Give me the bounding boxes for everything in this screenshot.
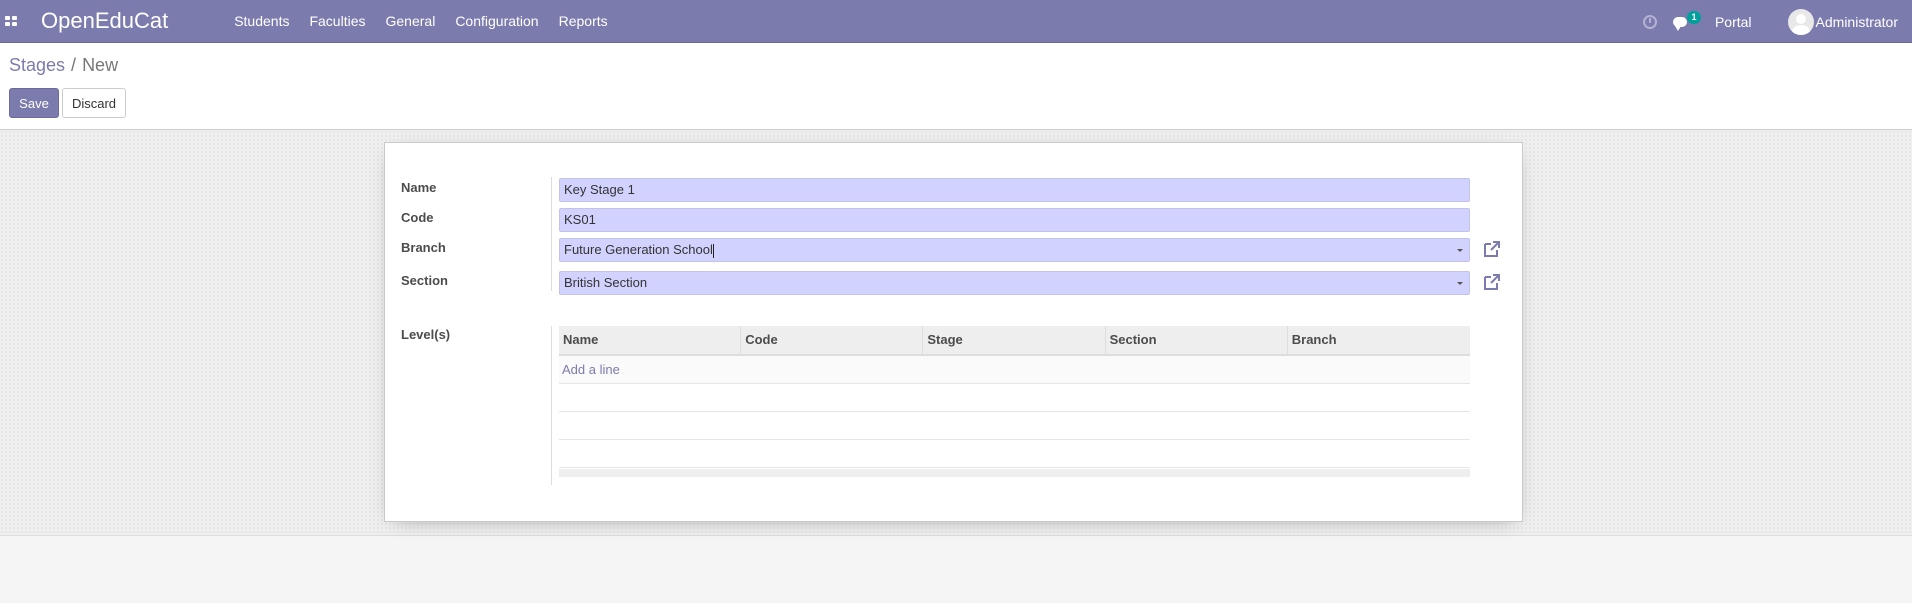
form-view-background: Name Key Stage 1 Code KS01 Branch Future… <box>0 130 1912 536</box>
user-menu[interactable]: Administrator <box>1787 8 1898 35</box>
apps-grid-icon <box>5 16 17 26</box>
column-header-name[interactable]: Name <box>559 326 742 356</box>
avatar <box>1787 8 1814 35</box>
brand-name[interactable]: OpenEduCat <box>41 8 168 34</box>
apps-menu-button[interactable] <box>0 0 22 43</box>
table-row <box>559 412 1470 440</box>
label-separator <box>551 177 552 291</box>
menu-item-general[interactable]: General <box>376 0 446 43</box>
user-name: Administrator <box>1815 13 1898 30</box>
activity-clock-icon[interactable] <box>1642 14 1657 29</box>
save-button[interactable]: Save <box>9 88 59 118</box>
table-row <box>559 384 1470 412</box>
name-label: Name <box>401 180 437 195</box>
caret-down-icon[interactable] <box>1457 282 1463 285</box>
column-header-section[interactable]: Section <box>1106 326 1288 356</box>
table-footer <box>559 469 1470 477</box>
code-field[interactable]: KS01 <box>559 208 1470 232</box>
branch-value: Future Generation School <box>564 242 713 257</box>
main-menu: Students Faculties General Configuration… <box>224 0 617 43</box>
column-header-branch[interactable]: Branch <box>1288 326 1470 356</box>
column-header-code[interactable]: Code <box>741 326 924 356</box>
table-row: Add a line <box>559 356 1470 384</box>
menu-item-configuration[interactable]: Configuration <box>445 0 548 43</box>
breadcrumb-parent[interactable]: Stages <box>9 55 65 75</box>
section-label: Section <box>401 273 448 288</box>
control-panel: Stages / New Save Discard <box>0 43 1912 130</box>
portal-link[interactable]: Portal <box>1715 14 1752 30</box>
section-select[interactable]: British Section <box>559 271 1470 295</box>
code-label: Code <box>401 210 434 225</box>
table-row <box>559 440 1470 468</box>
breadcrumb-current: New <box>82 55 119 75</box>
systray: 1 Portal Administrator <box>1642 0 1912 43</box>
add-line-link[interactable]: Add a line <box>559 356 1470 384</box>
branch-label: Branch <box>401 240 446 255</box>
discard-button[interactable]: Discard <box>62 88 126 118</box>
menu-item-students[interactable]: Students <box>224 0 299 43</box>
column-header-stage[interactable]: Stage <box>923 326 1106 356</box>
messaging-button[interactable]: 1 <box>1672 10 1701 31</box>
name-field[interactable]: Key Stage 1 <box>559 178 1470 202</box>
text-cursor <box>712 243 714 258</box>
label-separator-levels <box>551 326 552 485</box>
branch-select[interactable]: Future Generation School <box>559 238 1470 262</box>
chat-icon <box>1672 16 1687 31</box>
breadcrumb: Stages / New <box>9 55 118 76</box>
external-link-icon[interactable] <box>1482 239 1502 259</box>
levels-label: Level(s) <box>401 327 451 342</box>
section-value: British Section <box>564 275 648 290</box>
external-link-icon[interactable] <box>1482 272 1502 292</box>
top-navbar: OpenEduCat Students Faculties General Co… <box>0 0 1912 43</box>
levels-table: Name Code Stage Section Branch Add a lin… <box>559 326 1470 477</box>
menu-item-reports[interactable]: Reports <box>549 0 618 43</box>
menu-item-faculties[interactable]: Faculties <box>299 0 375 43</box>
table-header: Name Code Stage Section Branch <box>559 326 1470 356</box>
message-count-badge: 1 <box>1686 10 1701 24</box>
form-sheet: Name Key Stage 1 Code KS01 Branch Future… <box>384 142 1523 522</box>
caret-down-icon[interactable] <box>1457 249 1463 252</box>
breadcrumb-separator: / <box>71 55 77 75</box>
